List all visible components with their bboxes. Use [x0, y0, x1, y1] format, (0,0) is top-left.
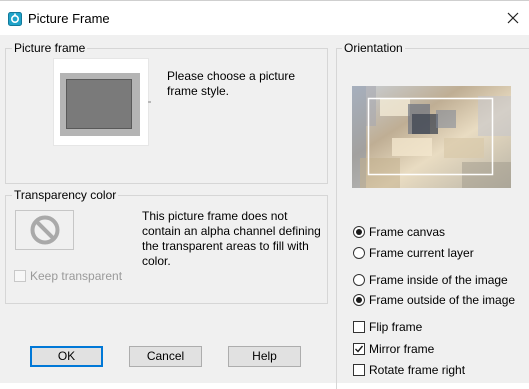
- close-icon[interactable]: [501, 6, 525, 30]
- picture-frame-group-label: Picture frame: [12, 41, 88, 55]
- frame-preview-outer: [60, 73, 140, 136]
- frame-inside-radio[interactable]: [353, 274, 365, 286]
- frame-inside-label: Frame inside of the image: [369, 273, 508, 287]
- checkmark-icon: [355, 345, 364, 353]
- transparency-color-swatch[interactable]: [15, 210, 74, 250]
- transparency-message: This picture frame does not contain an a…: [142, 209, 321, 268]
- preview-image-graphic: [352, 86, 511, 188]
- orientation-preview-image: [352, 86, 511, 188]
- no-color-icon: [30, 215, 60, 245]
- frame-outside-label: Frame outside of the image: [369, 293, 516, 307]
- frame-current-layer-radio[interactable]: [353, 247, 365, 259]
- picture-frame-app-icon: [8, 12, 22, 26]
- cancel-button[interactable]: Cancel: [129, 346, 202, 367]
- title-bar: Picture Frame: [0, 1, 529, 35]
- frame-style-hint: Please choose a picture frame style.: [167, 69, 296, 98]
- orientation-group-label: Orientation: [342, 41, 405, 55]
- radio-selected-dot: [356, 229, 362, 235]
- window-title: Picture Frame: [28, 11, 110, 26]
- mirror-frame-checkbox[interactable]: [353, 343, 365, 355]
- rotate-frame-right-checkbox[interactable]: [353, 364, 365, 376]
- frame-style-dropdown[interactable]: [53, 58, 149, 146]
- flip-frame-label: Flip frame: [369, 320, 423, 334]
- dropdown-arrow-icon[interactable]: [148, 101, 151, 103]
- frame-preview-inner: [66, 79, 132, 129]
- transparency-color-group-label: Transparency color: [12, 188, 119, 202]
- keep-transparent-checkbox[interactable]: [14, 270, 26, 282]
- help-button[interactable]: Help: [228, 346, 301, 367]
- radio-selected-dot: [356, 297, 362, 303]
- ok-button[interactable]: OK: [30, 346, 103, 367]
- keep-transparent-label: Keep transparent: [30, 269, 123, 283]
- frame-outside-radio[interactable]: [353, 294, 365, 306]
- frame-canvas-label: Frame canvas: [369, 225, 446, 239]
- rotate-frame-right-label: Rotate frame right: [369, 363, 466, 377]
- flip-frame-checkbox[interactable]: [353, 321, 365, 333]
- mirror-frame-label: Mirror frame: [369, 342, 435, 356]
- frame-canvas-radio[interactable]: [353, 226, 365, 238]
- frame-current-layer-label: Frame current layer: [369, 246, 474, 260]
